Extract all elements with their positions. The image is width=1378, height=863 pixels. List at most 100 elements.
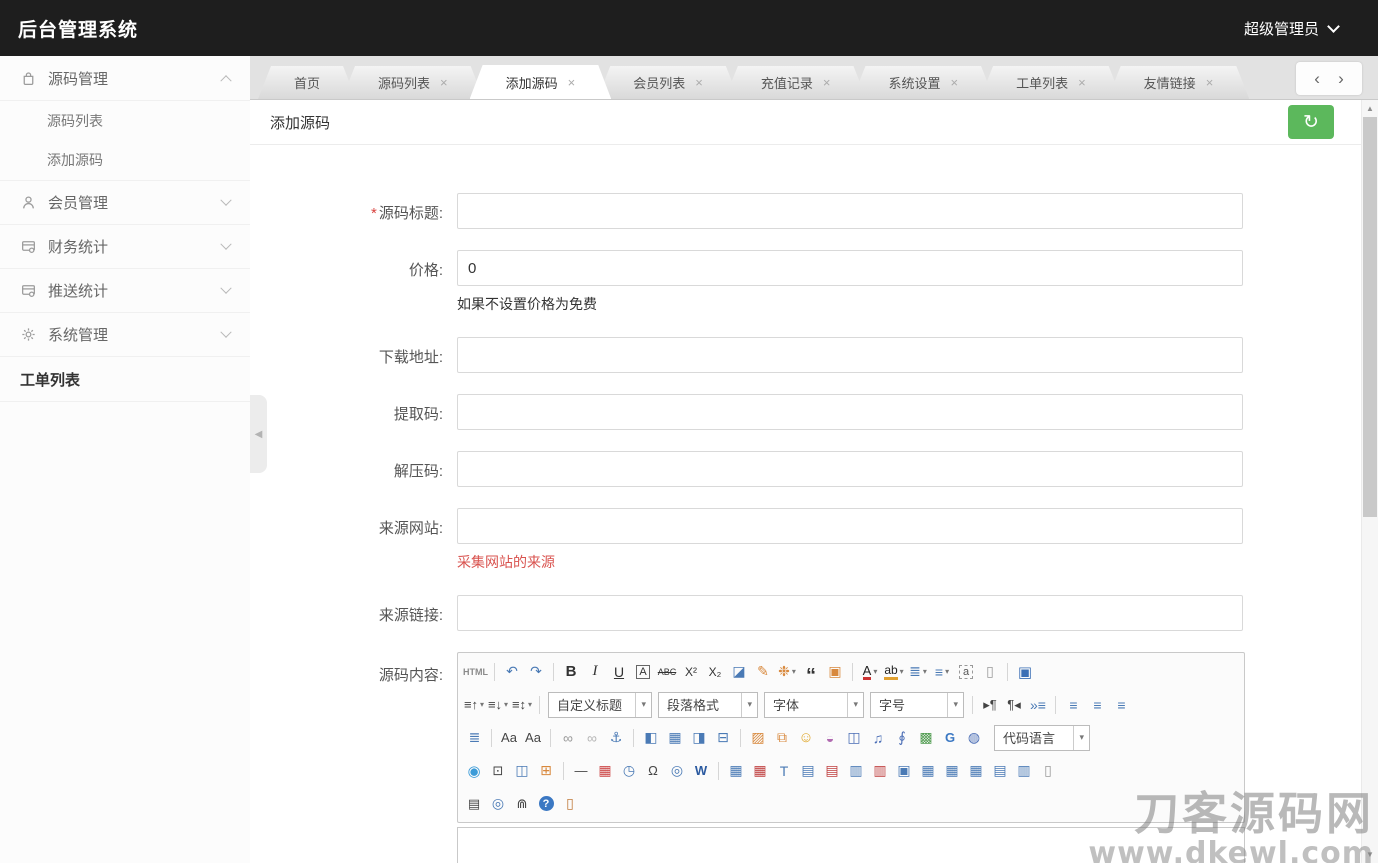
source-site-input[interactable] bbox=[457, 508, 1243, 544]
print-icon[interactable]: ▤ bbox=[463, 791, 485, 816]
indent-icon[interactable]: ▸¶ bbox=[979, 692, 1001, 717]
insert-col-icon[interactable]: ▥ bbox=[845, 758, 867, 783]
map-icon[interactable]: ▩ bbox=[915, 725, 937, 750]
custom-title-select[interactable]: 自定义标题 ▾ bbox=[548, 692, 652, 718]
delete-table-icon[interactable]: ▦ bbox=[749, 758, 771, 783]
emotion-icon[interactable]: ☺ bbox=[795, 725, 817, 750]
blockquote-icon[interactable]: “ bbox=[800, 659, 822, 684]
extract-code-input[interactable] bbox=[457, 394, 1243, 430]
html-source-button[interactable]: HTML bbox=[463, 659, 488, 684]
word-image-icon[interactable]: W bbox=[690, 758, 712, 783]
download-url-input[interactable] bbox=[457, 337, 1243, 373]
snapshot-icon[interactable]: ⊡ bbox=[487, 758, 509, 783]
cd-disc-icon[interactable]: ◉ bbox=[463, 758, 485, 783]
price-input[interactable] bbox=[457, 250, 1243, 286]
tab-close-icon[interactable]: × bbox=[950, 76, 958, 89]
date-icon[interactable]: ▦ bbox=[594, 758, 616, 783]
paragraph-format-select[interactable]: 段落格式 ▾ bbox=[658, 692, 758, 718]
video-icon[interactable]: ◫ bbox=[843, 725, 865, 750]
tab-scroll-left-icon[interactable]: ‹ bbox=[1314, 69, 1320, 89]
tab-close-icon[interactable]: × bbox=[568, 76, 576, 89]
line-height-icon[interactable]: ≡↕ ▾ bbox=[511, 692, 533, 717]
font-color-icon[interactable]: A ▾ bbox=[859, 659, 881, 684]
sidebar-item-source-list[interactable]: 源码列表 bbox=[0, 100, 250, 140]
delete-row-icon[interactable]: ▤ bbox=[821, 758, 843, 783]
scrollbar-thumb[interactable] bbox=[1363, 117, 1377, 517]
align-right-icon[interactable]: ≡ bbox=[1110, 692, 1132, 717]
sidebar-item-system-mgmt[interactable]: 系统管理 bbox=[0, 312, 250, 356]
anchor-icon[interactable]: ⚓ bbox=[605, 725, 627, 750]
font-border-icon[interactable]: A bbox=[632, 659, 654, 684]
strikethrough-icon[interactable]: ABC bbox=[656, 659, 678, 684]
merge-cells-icon[interactable]: ▣ bbox=[893, 758, 915, 783]
insert-row-icon[interactable]: ▤ bbox=[797, 758, 819, 783]
sidebar-item-finance-stats[interactable]: 财务统计 bbox=[0, 224, 250, 268]
table-title-icon[interactable]: T bbox=[773, 758, 795, 783]
scrawl-icon[interactable]: ◒ bbox=[819, 725, 841, 750]
sidebar-collapse-handle[interactable]: ◀ bbox=[250, 395, 267, 473]
merge-down-icon[interactable]: ▦ bbox=[941, 758, 963, 783]
tab-close-icon[interactable]: × bbox=[1206, 76, 1214, 89]
bold-icon[interactable]: B bbox=[560, 659, 582, 684]
image-float-right-icon[interactable]: ◨ bbox=[688, 725, 710, 750]
fullscreen-icon[interactable]: ▣ bbox=[1014, 659, 1036, 684]
undo-icon[interactable]: ↶ bbox=[501, 659, 523, 684]
align-left-icon[interactable]: ≡ bbox=[1062, 692, 1084, 717]
music-icon[interactable]: ♫ bbox=[867, 725, 889, 750]
gmap-icon[interactable]: G bbox=[939, 725, 961, 750]
split-rows-icon[interactable]: ▤ bbox=[989, 758, 1011, 783]
justify-icon[interactable]: ≣ bbox=[463, 725, 485, 750]
editor-content-area[interactable] bbox=[457, 827, 1245, 863]
insert-image-icon[interactable]: ▨ bbox=[747, 725, 769, 750]
tab-close-icon[interactable]: × bbox=[823, 76, 831, 89]
insert-frame-icon[interactable]: ◍ bbox=[963, 725, 985, 750]
insert-table-icon[interactable]: ▦ bbox=[725, 758, 747, 783]
scroll-up-icon[interactable]: ▲ bbox=[1362, 104, 1378, 113]
find-replace-icon[interactable]: ⋒ bbox=[511, 791, 533, 816]
tab-scroll-right-icon[interactable]: › bbox=[1338, 69, 1344, 89]
link-icon[interactable]: ∞ bbox=[557, 725, 579, 750]
redo-icon[interactable]: ↷ bbox=[525, 659, 547, 684]
help-icon[interactable]: ? bbox=[535, 791, 557, 816]
preview-icon[interactable]: ◎ bbox=[487, 791, 509, 816]
paragraph-spacing-bottom-icon[interactable]: ≡↓ ▾ bbox=[487, 692, 509, 717]
tab-source-list[interactable]: 源码列表 × bbox=[342, 66, 484, 99]
source-title-input[interactable] bbox=[457, 193, 1243, 229]
scroll-down-icon[interactable]: ▼ bbox=[1362, 850, 1378, 859]
to-uppercase-icon[interactable]: Aa bbox=[498, 725, 520, 750]
font-size-select[interactable]: 字号 ▾ bbox=[870, 692, 964, 718]
template-icon[interactable]: ⊞ bbox=[535, 758, 557, 783]
vertical-scrollbar[interactable]: ▲ ▼ bbox=[1361, 100, 1378, 863]
font-family-select[interactable]: 字体 ▾ bbox=[764, 692, 864, 718]
sidebar-item-source-mgmt[interactable]: 源码管理 bbox=[0, 56, 250, 100]
sidebar-item-add-source[interactable]: 添加源码 bbox=[0, 140, 250, 180]
code-language-select[interactable]: 代码语言 ▾ bbox=[994, 725, 1090, 751]
highlight-color-icon[interactable]: ab ▾ bbox=[883, 659, 905, 684]
blank-doc-icon[interactable]: ▯ bbox=[979, 659, 1001, 684]
align-center-icon[interactable]: ≡ bbox=[1086, 692, 1108, 717]
sidebar-item-push-stats[interactable]: 推送统计 bbox=[0, 268, 250, 312]
sidebar-item-member-mgmt[interactable]: 会员管理 bbox=[0, 180, 250, 224]
tab-recharge-records[interactable]: 充值记录 × bbox=[725, 66, 867, 99]
special-char-icon[interactable]: Ω bbox=[642, 758, 664, 783]
tab-close-icon[interactable]: × bbox=[1078, 76, 1086, 89]
outdent-icon[interactable]: ¶◂ bbox=[1003, 692, 1025, 717]
tab-close-icon[interactable]: × bbox=[440, 76, 448, 89]
tab-member-list[interactable]: 会员列表 × bbox=[597, 66, 739, 99]
time-icon[interactable]: ◷ bbox=[618, 758, 640, 783]
to-lowercase-icon[interactable]: Aa bbox=[522, 725, 544, 750]
eraser-icon[interactable]: ◪ bbox=[728, 659, 750, 684]
underline-icon[interactable]: U bbox=[608, 659, 630, 684]
ordered-list-icon[interactable]: ≣ ▾ bbox=[907, 659, 929, 684]
page-break-icon[interactable]: ▯ bbox=[1037, 758, 1059, 783]
refresh-button[interactable]: ↻ bbox=[1288, 105, 1334, 139]
inline-code-icon[interactable]: a bbox=[955, 659, 977, 684]
attachment-icon[interactable]: ∮ bbox=[891, 725, 913, 750]
image-inline-icon[interactable]: ▦ bbox=[664, 725, 686, 750]
user-menu[interactable]: 超级管理员 bbox=[1244, 18, 1338, 39]
image-float-left-icon[interactable]: ◧ bbox=[640, 725, 662, 750]
horizontal-rule-icon[interactable]: — bbox=[570, 758, 592, 783]
tab-close-icon[interactable]: × bbox=[695, 76, 703, 89]
superscript-icon[interactable]: X² bbox=[680, 659, 702, 684]
auto-format-icon[interactable]: »≡ bbox=[1027, 692, 1049, 717]
